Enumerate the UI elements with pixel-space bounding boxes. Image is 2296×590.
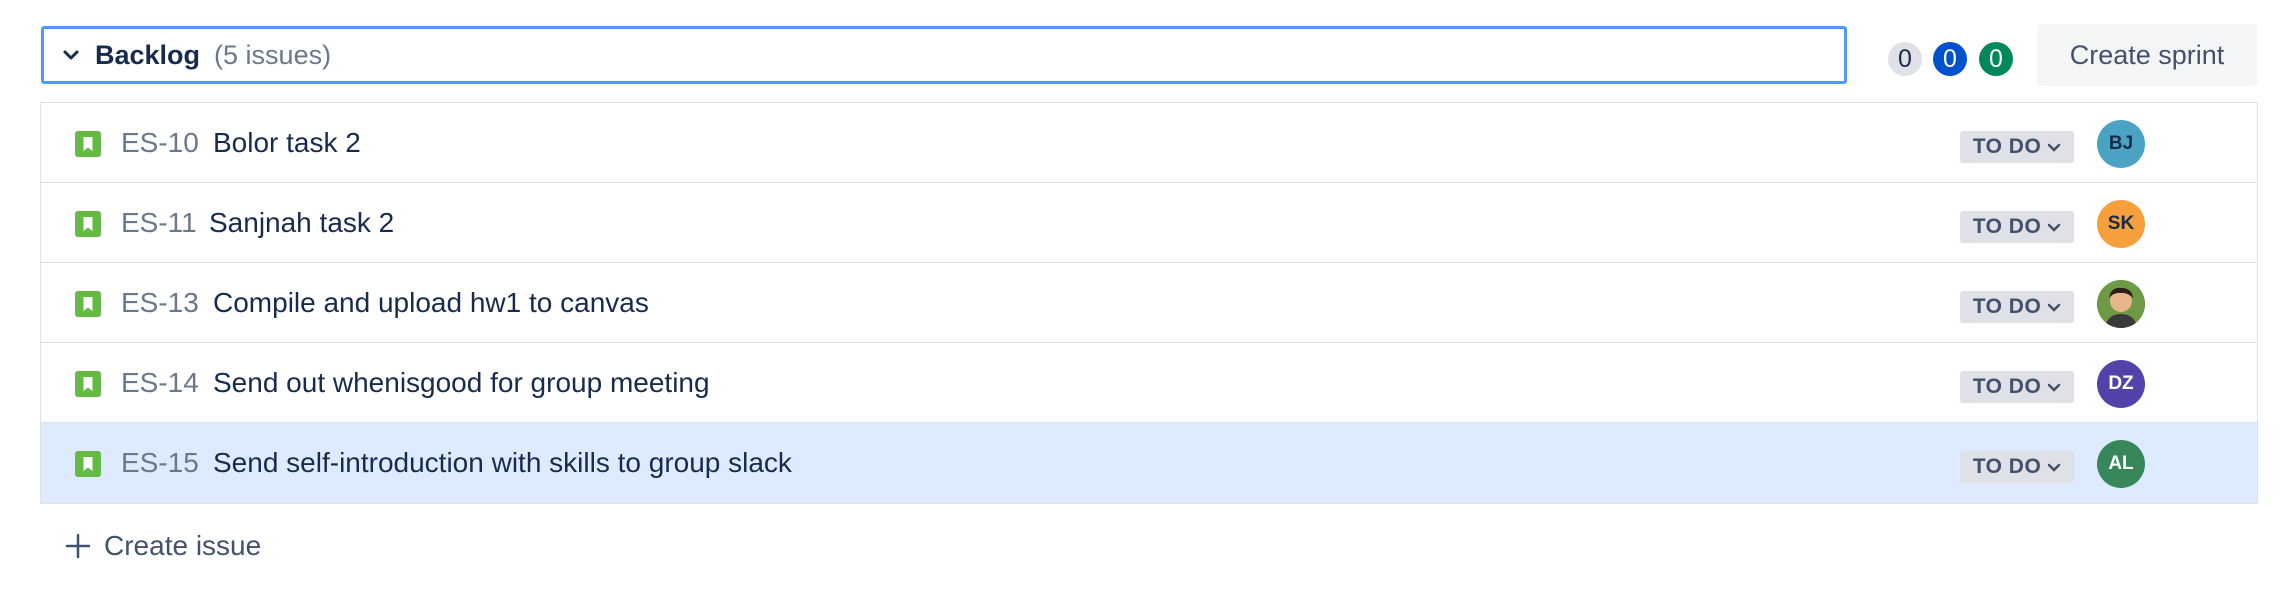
issue-row-selected[interactable]: ES-15 Send self-introduction with skills… xyxy=(41,423,2257,503)
assignee-avatar[interactable]: DZ xyxy=(2097,360,2145,408)
assignee-avatar[interactable]: AL xyxy=(2097,440,2145,488)
backlog-header[interactable]: Backlog (5 issues) xyxy=(41,26,1847,84)
assignee-avatar-photo[interactable] xyxy=(2097,280,2145,328)
chevron-down-icon xyxy=(2047,140,2061,154)
issue-summary[interactable]: Bolor task 2 xyxy=(213,127,361,159)
story-icon xyxy=(75,291,101,317)
status-label: TO DO xyxy=(1972,295,2042,318)
in-progress-count-badge: 0 xyxy=(1933,42,1967,76)
chevron-down-icon xyxy=(2047,220,2061,234)
issue-summary[interactable]: Compile and upload hw1 to canvas xyxy=(213,287,649,319)
status-label: TO DO xyxy=(1972,455,2042,478)
story-icon xyxy=(75,131,101,157)
issue-row[interactable]: ES-10 Bolor task 2 TO DO BJ xyxy=(41,103,2257,183)
status-label: TO DO xyxy=(1972,215,2042,238)
status-dropdown[interactable]: TO DO xyxy=(1960,451,2074,483)
story-icon xyxy=(75,371,101,397)
status-label: TO DO xyxy=(1972,375,2042,398)
issue-row[interactable]: ES-14 Send out whenisgood for group meet… xyxy=(41,343,2257,423)
issue-key[interactable]: ES-15 xyxy=(121,447,199,479)
issue-summary[interactable]: Send out whenisgood for group meeting xyxy=(213,367,710,399)
chevron-down-icon[interactable] xyxy=(61,45,81,65)
issue-row[interactable]: ES-13 Compile and upload hw1 to canvas T… xyxy=(41,263,2257,343)
chevron-down-icon xyxy=(2047,300,2061,314)
create-sprint-button[interactable]: Create sprint xyxy=(2037,24,2257,86)
status-dropdown[interactable]: TO DO xyxy=(1960,291,2074,323)
status-dropdown[interactable]: TO DO xyxy=(1960,371,2074,403)
issue-summary[interactable]: Sanjnah task 2 xyxy=(209,207,394,239)
story-icon xyxy=(75,211,101,237)
chevron-down-icon xyxy=(2047,380,2061,394)
issue-list: ES-10 Bolor task 2 TO DO BJ ES-11 Sanjna… xyxy=(40,102,2258,504)
status-label: TO DO xyxy=(1972,135,2042,158)
issue-key[interactable]: ES-14 xyxy=(121,367,199,399)
issue-key[interactable]: ES-11 xyxy=(121,207,197,239)
issue-count: (5 issues) xyxy=(214,39,332,70)
status-dropdown[interactable]: TO DO xyxy=(1960,131,2074,163)
plus-icon xyxy=(64,532,92,560)
create-issue-button[interactable]: Create issue xyxy=(64,526,261,566)
issue-key[interactable]: ES-13 xyxy=(121,287,199,319)
todo-count-badge: 0 xyxy=(1888,42,1922,76)
user-photo-icon xyxy=(2097,280,2145,328)
done-count-badge: 0 xyxy=(1979,42,2013,76)
story-icon xyxy=(75,451,101,477)
assignee-avatar[interactable]: SK xyxy=(2097,200,2145,248)
backlog-title: Backlog xyxy=(95,39,201,70)
issue-key[interactable]: ES-10 xyxy=(121,127,199,159)
issue-row[interactable]: ES-11 Sanjnah task 2 TO DO SK xyxy=(41,183,2257,263)
issue-summary[interactable]: Send self-introduction with skills to gr… xyxy=(213,447,792,479)
create-issue-label: Create issue xyxy=(104,530,262,561)
assignee-avatar[interactable]: BJ xyxy=(2097,120,2145,168)
status-dropdown[interactable]: TO DO xyxy=(1960,211,2074,243)
chevron-down-icon xyxy=(2047,460,2061,474)
